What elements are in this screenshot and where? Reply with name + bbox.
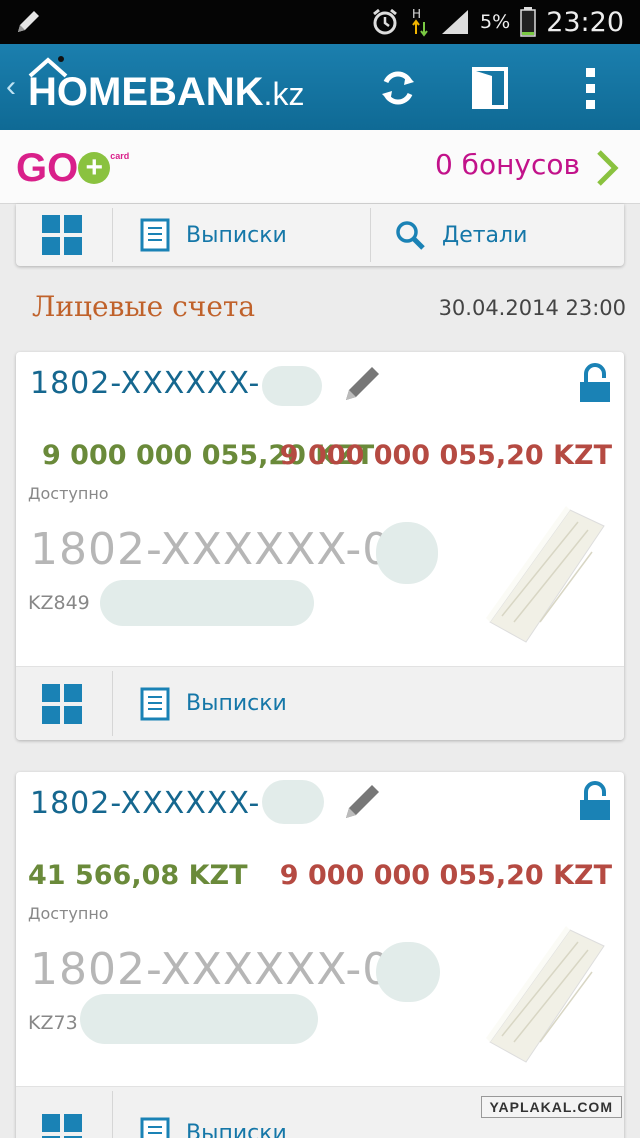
redacted-blur bbox=[376, 942, 440, 1002]
account-footer: Выписки bbox=[16, 666, 624, 740]
divider bbox=[112, 671, 113, 736]
grid-icon bbox=[42, 215, 82, 255]
iban: KZ849 bbox=[28, 592, 90, 614]
overflow-menu-button[interactable] bbox=[566, 64, 614, 112]
magnifier-icon bbox=[396, 221, 425, 250]
chevron-right-icon[interactable] bbox=[594, 148, 620, 188]
logo-text: HOMEBANK.kz bbox=[28, 70, 305, 114]
lock-icon[interactable] bbox=[578, 362, 612, 404]
document-icon bbox=[140, 218, 170, 252]
battery-percent: 5% bbox=[480, 11, 511, 33]
document-icon bbox=[140, 1117, 170, 1138]
account-number-large: 1802-XXXXXX-0 bbox=[30, 524, 392, 575]
svg-text:H: H bbox=[412, 7, 421, 21]
statements-label: Выписки bbox=[186, 691, 287, 716]
edit-pencil-icon[interactable] bbox=[340, 360, 386, 406]
grid-view-button[interactable] bbox=[40, 204, 84, 266]
divider bbox=[112, 208, 113, 262]
account-number: 1802-XXXXXX- bbox=[30, 786, 261, 821]
details-label: Детали bbox=[442, 222, 528, 248]
pencil-icon bbox=[18, 11, 39, 32]
divider bbox=[112, 1091, 113, 1138]
status-bar: H 5% 23:20 bbox=[0, 0, 640, 44]
bonus-bar[interactable]: GO + card 0 бонусов bbox=[0, 130, 640, 204]
redacted-blur bbox=[376, 522, 438, 584]
balance-amount: 9 000 000 055,20 KZT bbox=[279, 860, 612, 891]
account-card[interactable]: 1802-XXXXXX- 41 566,08 KZT 9 000 000 055… bbox=[16, 772, 624, 1138]
statements-button[interactable]: Выписки bbox=[140, 204, 287, 266]
redacted-blur bbox=[262, 366, 322, 406]
checkbook-image bbox=[486, 926, 605, 1063]
alarm-icon bbox=[373, 8, 397, 35]
details-button[interactable]: Детали bbox=[394, 204, 527, 266]
section-date: 30.04.2014 23:00 bbox=[438, 296, 626, 320]
document-icon bbox=[140, 687, 170, 720]
edit-pencil-icon[interactable] bbox=[340, 778, 386, 824]
app-bar: ‹ HOMEBANK.kz bbox=[0, 44, 640, 130]
statements-button[interactable]: Выписки bbox=[140, 667, 287, 740]
go-card-logo: GO + card bbox=[16, 146, 130, 190]
logout-button[interactable] bbox=[466, 64, 514, 112]
checkbook-image bbox=[486, 506, 605, 643]
account-number-large: 1802-XXXXXX-0 bbox=[30, 944, 392, 995]
plus-icon: + bbox=[78, 152, 111, 184]
redacted-blur bbox=[80, 994, 318, 1044]
signal-icon bbox=[442, 10, 469, 34]
overview-toolbar: Выписки Детали bbox=[16, 204, 624, 266]
overflow-menu-icon bbox=[586, 68, 595, 109]
watermark: YAPLAKAL.COM bbox=[480, 1096, 622, 1118]
statements-button[interactable]: Выписки bbox=[140, 1101, 287, 1138]
divider bbox=[370, 208, 371, 262]
statements-label: Выписки bbox=[186, 1121, 287, 1138]
grid-icon bbox=[42, 1113, 82, 1138]
lock-icon[interactable] bbox=[578, 780, 612, 822]
battery-icon bbox=[520, 7, 536, 37]
back-chevron-icon[interactable]: ‹ bbox=[6, 70, 16, 104]
bonus-count[interactable]: 0 бонусов bbox=[435, 148, 580, 181]
balance-amount: 9 000 000 055,20 KZT bbox=[279, 440, 612, 471]
grid-view-button[interactable] bbox=[40, 667, 84, 740]
refresh-button[interactable] bbox=[374, 64, 422, 112]
redacted-blur bbox=[262, 780, 324, 824]
available-label: Доступно bbox=[28, 904, 109, 923]
iban: KZ73 bbox=[28, 1012, 78, 1034]
clock: 23:20 bbox=[546, 6, 624, 38]
logout-door-icon bbox=[472, 67, 508, 109]
grid-icon bbox=[42, 683, 82, 724]
section-title: Лицевые счета bbox=[32, 290, 256, 323]
available-amount: 41 566,08 KZT bbox=[28, 860, 248, 891]
grid-view-button[interactable] bbox=[40, 1101, 84, 1138]
redacted-blur bbox=[100, 580, 314, 626]
available-label: Доступно bbox=[28, 484, 109, 503]
account-card[interactable]: 1802-XXXXXX- 9 000 000 055,20 KZT 9 000 … bbox=[16, 352, 624, 740]
statements-label: Выписки bbox=[186, 222, 287, 248]
refresh-icon bbox=[382, 71, 414, 105]
data-arrows-icon: H bbox=[412, 7, 428, 37]
account-number: 1802-XXXXXX- bbox=[30, 366, 261, 401]
